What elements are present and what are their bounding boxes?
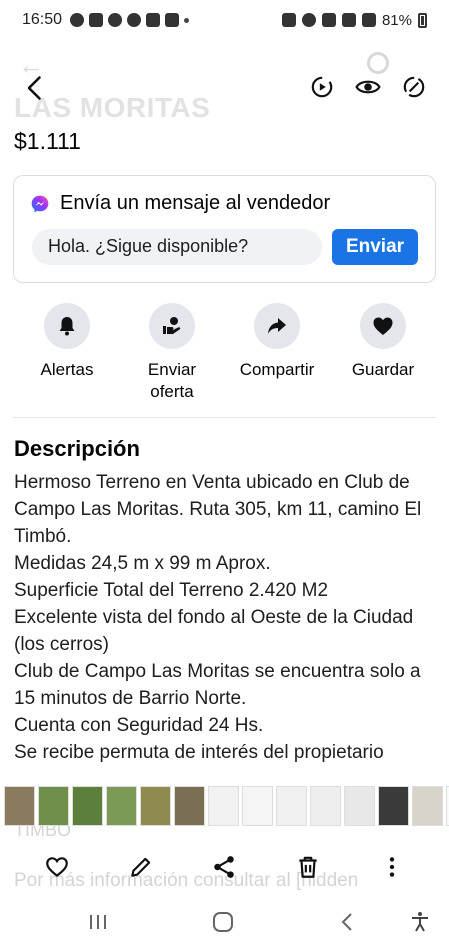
screenshot-thumbnail[interactable]	[4, 786, 35, 826]
screenshot-thumbnail[interactable]	[310, 786, 341, 826]
eye-icon[interactable]	[355, 74, 381, 100]
description-line: Cuenta con Seguridad 24 Hs.	[14, 715, 264, 736]
more-notifications-icon	[184, 17, 190, 23]
signal-icon	[361, 13, 376, 27]
save-label: Guardar	[351, 360, 415, 379]
message-title-row: Envía un mensaje al vendedor	[30, 192, 330, 215]
description-body: Hermoso Terreno en Venta ubicado en Club…	[14, 469, 439, 781]
alerts-button[interactable]: Alertas	[17, 303, 117, 381]
send-button[interactable]: Enviar	[332, 229, 418, 265]
instagram-icon	[146, 13, 161, 27]
back-icon[interactable]	[336, 910, 360, 934]
screenshot-thumbnail[interactable]	[344, 786, 375, 826]
whatsapp-icon	[70, 13, 85, 27]
section-divider	[13, 417, 436, 418]
action-row: Alertas Enviar oferta Compartir Guardar	[0, 303, 449, 403]
share-label: Compartir	[239, 360, 315, 379]
telegram-icon	[89, 13, 104, 27]
heart-icon	[373, 317, 393, 335]
screenshot-thumbnail[interactable]	[140, 786, 171, 826]
listing-price: $1.111	[14, 128, 81, 154]
screenshot-thumbnail[interactable]	[38, 786, 69, 826]
share-arrow-icon	[268, 318, 286, 334]
description-line: Medidas 24,5 m x 99 m Aprox.	[14, 553, 271, 574]
screenshot-thumbnail-strip	[0, 786, 449, 830]
description-line: Se recibe permuta de interés del propiet…	[14, 742, 384, 763]
screenshot-thumbnail[interactable]	[174, 786, 205, 826]
more-options-icon[interactable]	[379, 854, 405, 880]
home-icon[interactable]	[211, 910, 235, 934]
message-input[interactable]: Hola. ¿Sigue disponible?	[32, 229, 322, 265]
facebook-icon	[127, 13, 142, 27]
make-offer-button[interactable]: Enviar oferta	[122, 303, 222, 403]
message-seller-card: Envía un mensaje al vendedor Hola. ¿Sigu…	[13, 175, 436, 283]
screenshot-thumbnail[interactable]	[72, 786, 103, 826]
auto-rotate-icon[interactable]	[401, 74, 427, 100]
description-line: Hermoso Terreno en Venta ubicado en Club…	[14, 472, 422, 547]
screenshot-thumbnail[interactable]	[208, 786, 239, 826]
top-nav	[0, 62, 449, 114]
edit-toolbar	[0, 848, 449, 888]
back-arrow-icon[interactable]	[22, 74, 50, 102]
edit-pencil-icon[interactable]	[128, 854, 154, 880]
share-circle	[254, 303, 300, 349]
message-title: Envía un mensaje al vendedor	[60, 192, 331, 214]
screenshot-thumbnail[interactable]	[242, 786, 273, 826]
share-button[interactable]: Compartir	[227, 303, 327, 381]
make-offer-label: Enviar oferta	[147, 360, 197, 401]
bell-icon	[59, 317, 75, 336]
save-button[interactable]: Guardar	[333, 303, 433, 381]
wifi-icon	[341, 13, 356, 27]
make-offer-circle	[149, 303, 195, 349]
rotate-play-icon[interactable]	[309, 74, 335, 100]
offer-hand-icon	[163, 317, 181, 334]
nav-actions	[309, 74, 427, 100]
status-time: 16:50	[22, 11, 63, 28]
screenshot-thumbnail[interactable]	[276, 786, 307, 826]
timer-icon	[108, 13, 123, 27]
description-line: Club de Campo Las Moritas se encuentra s…	[14, 661, 421, 709]
lock-icon	[281, 13, 296, 27]
alerts-label: Alertas	[40, 360, 94, 379]
delete-icon[interactable]	[295, 854, 321, 880]
messenger-icon	[31, 195, 49, 212]
share-icon[interactable]	[211, 854, 237, 880]
system-status: 81%	[281, 11, 427, 29]
description-title: Descripción	[14, 436, 140, 461]
system-navigation-bar	[0, 900, 449, 950]
youtube-icon	[165, 13, 180, 27]
save-circle	[360, 303, 406, 349]
accessibility-icon[interactable]	[408, 910, 432, 934]
notification-icons	[70, 13, 190, 27]
recent-apps-icon[interactable]	[86, 910, 110, 934]
screenshot-thumbnail[interactable]	[106, 786, 137, 826]
description-line: Excelente vista del fondo al Oeste de la…	[14, 607, 414, 655]
description-line: Superficie Total del Terreno 2.420 M2	[14, 580, 329, 601]
screenshot-thumbnail[interactable]	[378, 786, 409, 826]
alarm-icon	[301, 13, 316, 27]
mute-icon	[321, 13, 336, 27]
alerts-circle	[44, 303, 90, 349]
status-bar: 16:50 81%	[0, 0, 449, 40]
battery-percent: 81%	[381, 11, 412, 29]
screenshot-thumbnail[interactable]	[412, 786, 443, 826]
favorite-icon[interactable]	[44, 854, 70, 880]
battery-icon	[418, 12, 427, 28]
